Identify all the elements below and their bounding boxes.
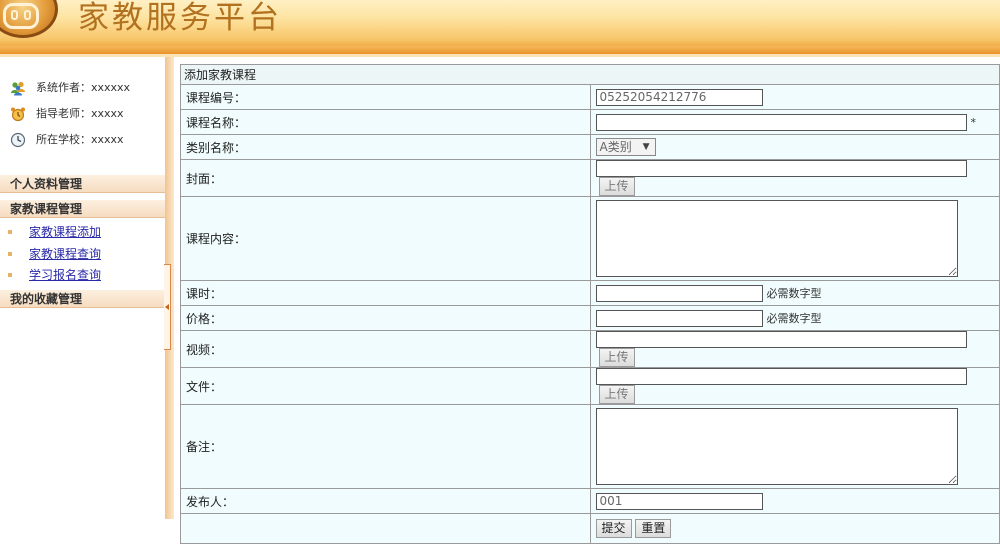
menu-section-profile[interactable]: 个人资料管理 bbox=[0, 175, 165, 193]
clock-icon bbox=[10, 132, 26, 148]
code-cell bbox=[589, 84, 1000, 110]
cover-upload-button[interactable]: 上传 bbox=[598, 177, 635, 196]
hours-label: 课时： bbox=[180, 280, 591, 306]
logo bbox=[0, 0, 58, 38]
course-code-input[interactable] bbox=[595, 88, 763, 106]
add-course-form: 添加家教课程 课程编号： 课程名称： * 类别名称： A类别 ▼ 封面： 上传 bbox=[180, 64, 1000, 544]
header: 家教服务平台 bbox=[0, 0, 1000, 46]
publisher-label: 发布人： bbox=[180, 488, 591, 514]
content-label: 课程内容： bbox=[180, 196, 591, 281]
category-cell: A类别 ▼ bbox=[589, 134, 1000, 160]
cover-label: 封面： bbox=[180, 159, 591, 197]
course-content-textarea[interactable] bbox=[595, 200, 958, 277]
teacher-text: 指导老师：xxxxx bbox=[36, 107, 124, 120]
bullet-icon bbox=[8, 273, 12, 277]
price-hint: 必需数字型 bbox=[766, 312, 822, 325]
remark-cell bbox=[589, 404, 1000, 489]
required-mark: * bbox=[970, 115, 977, 129]
content-cell bbox=[589, 196, 1000, 281]
file-cell: 上传 bbox=[589, 367, 1000, 405]
category-select[interactable]: A类别 ▼ bbox=[595, 138, 656, 156]
query-course-link[interactable]: 家教课程查询 bbox=[29, 246, 101, 262]
menu-item-query-enrollment: 学习报名查询 bbox=[0, 267, 165, 283]
menu-item-query-course: 家教课程查询 bbox=[0, 246, 165, 262]
author-text: 系统作者：xxxxxx bbox=[36, 81, 131, 94]
category-selected: A类别 bbox=[599, 140, 632, 154]
users-icon bbox=[11, 81, 25, 96]
hours-hint: 必需数字型 bbox=[766, 287, 822, 300]
form-caption: 添加家教课程 bbox=[180, 64, 1000, 85]
name-label: 课程名称： bbox=[180, 109, 591, 135]
course-name-input[interactable] bbox=[595, 113, 967, 131]
collapse-arrow-icon bbox=[165, 304, 169, 310]
publisher-input[interactable] bbox=[595, 492, 763, 510]
video-cell: 上传 bbox=[589, 330, 1000, 368]
menu-item-add-course: 家教课程添加 bbox=[0, 224, 165, 240]
add-course-link[interactable]: 家教课程添加 bbox=[29, 224, 101, 240]
hours-cell: 必需数字型 bbox=[589, 280, 1000, 306]
main-content: 添加家教课程 课程编号： 课程名称： * 类别名称： A类别 ▼ 封面： 上传 bbox=[180, 64, 1000, 544]
sidebar: 系统作者：xxxxxx 指导老师：xxxxx 所在学校：xxxxx 个人资料管理… bbox=[0, 57, 165, 519]
dropdown-arrow-icon: ▼ bbox=[642, 142, 650, 152]
price-label: 价格： bbox=[180, 305, 591, 331]
price-cell: 必需数字型 bbox=[589, 305, 1000, 331]
video-label: 视频： bbox=[180, 330, 591, 368]
video-input[interactable] bbox=[595, 331, 967, 348]
alarm-clock-icon bbox=[11, 107, 25, 122]
file-input[interactable] bbox=[595, 368, 967, 385]
submit-button[interactable]: 提交 bbox=[595, 519, 632, 538]
reset-button[interactable]: 重置 bbox=[635, 519, 672, 538]
hours-input[interactable] bbox=[595, 284, 763, 302]
code-label: 课程编号： bbox=[180, 84, 591, 110]
video-upload-button[interactable]: 上传 bbox=[598, 348, 635, 367]
category-label: 类别名称： bbox=[180, 134, 591, 160]
remark-textarea[interactable] bbox=[595, 408, 958, 485]
cover-input[interactable] bbox=[595, 160, 967, 177]
site-title: 家教服务平台 bbox=[78, 0, 282, 36]
menu-section-courses[interactable]: 家教课程管理 bbox=[0, 200, 165, 218]
file-upload-button[interactable]: 上传 bbox=[598, 385, 635, 404]
bullet-icon bbox=[8, 252, 12, 256]
name-cell: * bbox=[589, 109, 1000, 135]
header-divider bbox=[0, 46, 1000, 54]
actions-label-cell bbox=[180, 513, 591, 544]
price-input[interactable] bbox=[595, 309, 763, 327]
bullet-icon bbox=[8, 230, 12, 234]
menu-section-favorites[interactable]: 我的收藏管理 bbox=[0, 290, 165, 308]
query-enrollment-link[interactable]: 学习报名查询 bbox=[29, 267, 101, 283]
cover-cell: 上传 bbox=[589, 159, 1000, 197]
file-label: 文件： bbox=[180, 367, 591, 405]
publisher-cell bbox=[589, 488, 1000, 514]
school-text: 所在学校：xxxxx bbox=[36, 133, 124, 146]
remark-label: 备注： bbox=[180, 404, 591, 489]
actions-cell: 提交 重置 bbox=[589, 513, 1000, 544]
